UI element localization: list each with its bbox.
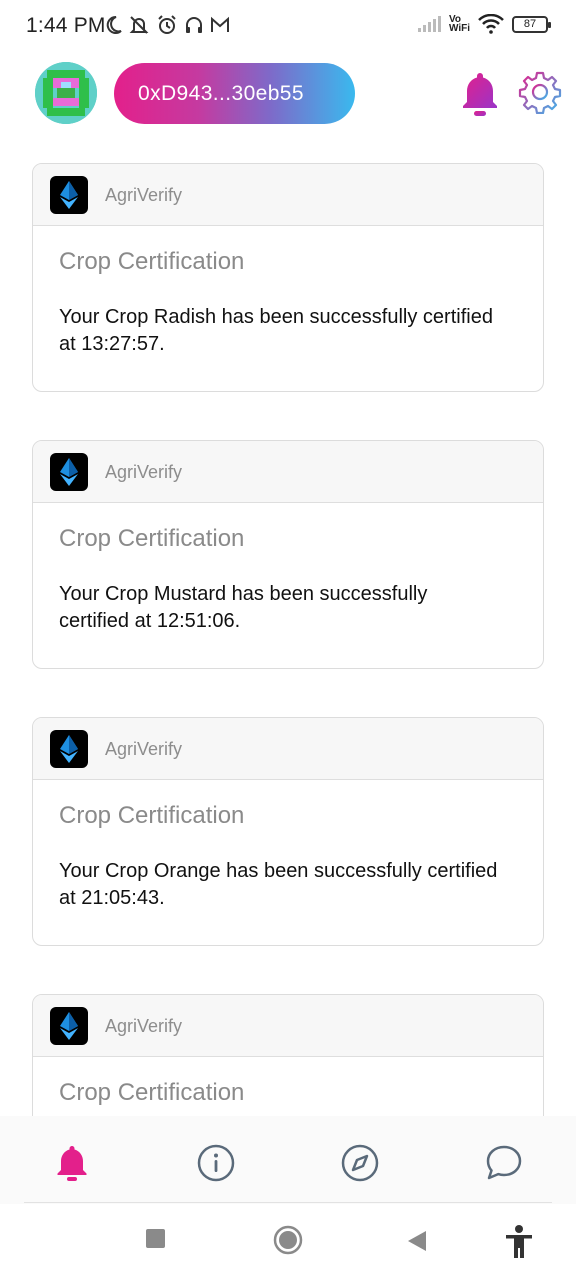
system-navigation-bar: [0, 1204, 576, 1280]
notification-card[interactable]: AgriVerify Crop Certification Your Crop …: [32, 717, 544, 946]
app-name: AgriVerify: [105, 185, 183, 205]
agriverify-logo-icon: [50, 453, 88, 491]
vowifi-label: Vo WiFi: [448, 14, 470, 34]
notification-title: Crop Certification: [59, 1079, 245, 1106]
wifi-icon: [478, 14, 504, 34]
notification-message: Your Crop Radish has been successfully c…: [59, 306, 493, 355]
recents-square-icon[interactable]: [145, 1228, 167, 1255]
avatar[interactable]: [35, 62, 97, 124]
notification-message: Your Crop Orange has been successfully c…: [59, 860, 498, 909]
card-header: AgriVerify: [33, 995, 543, 1057]
card-header: AgriVerify: [33, 718, 543, 780]
alarm-icon: [158, 15, 176, 34]
notification-title: Crop Certification: [59, 802, 245, 829]
bottom-navigation: [0, 1116, 576, 1204]
mute-bell-icon: [129, 16, 149, 34]
card-header: AgriVerify: [33, 441, 543, 503]
nav-info-icon[interactable]: [196, 1143, 236, 1183]
status-time: 1:44 PM: [26, 14, 106, 37]
back-triangle-icon[interactable]: [406, 1230, 428, 1257]
agriverify-logo-icon: [50, 176, 88, 214]
status-system-icons: Vo WiFi 87: [417, 14, 551, 34]
status-bar: 1:44 PM Vo WiFi 87: [0, 0, 576, 56]
headphones-icon: [186, 17, 202, 33]
notification-card[interactable]: AgriVerify Crop Certification Your Crop …: [32, 163, 544, 392]
app-name: AgriVerify: [105, 739, 183, 759]
agriverify-logo-icon: [50, 730, 88, 768]
wallet-address-button[interactable]: 0xD943...30eb55: [114, 63, 355, 124]
settings-gear-icon[interactable]: [518, 70, 562, 119]
app-name: AgriVerify: [105, 1016, 183, 1036]
app-header: 0xD943...30eb55: [0, 56, 576, 132]
agriverify-logo-icon: [50, 1007, 88, 1045]
app-name: AgriVerify: [105, 462, 183, 482]
accessibility-icon[interactable]: [504, 1224, 534, 1265]
home-circle-icon[interactable]: [273, 1225, 303, 1260]
notification-card[interactable]: AgriVerify Crop Certification Your Crop …: [32, 440, 544, 669]
moon-icon: [106, 15, 122, 34]
signal-icon: [417, 16, 441, 32]
status-notification-icons: [104, 14, 230, 36]
card-header: AgriVerify: [33, 164, 543, 226]
divider: [24, 1202, 552, 1203]
notification-message: Your Crop Mustard has been successfully …: [59, 583, 428, 632]
notification-title: Crop Certification: [59, 525, 245, 552]
gmail-icon: [211, 16, 229, 32]
battery-indicator: 87: [512, 15, 551, 33]
notification-title: Crop Certification: [59, 248, 245, 275]
nav-notifications-bell-icon[interactable]: [52, 1143, 92, 1183]
nav-compass-icon[interactable]: [340, 1143, 380, 1183]
notifications-bell-icon[interactable]: [458, 70, 502, 123]
notification-card[interactable]: AgriVerify Crop Certification: [32, 994, 544, 1116]
nav-chat-bubble-icon[interactable]: [484, 1143, 524, 1183]
notification-feed[interactable]: AgriVerify Crop Certification Your Crop …: [0, 150, 576, 1116]
